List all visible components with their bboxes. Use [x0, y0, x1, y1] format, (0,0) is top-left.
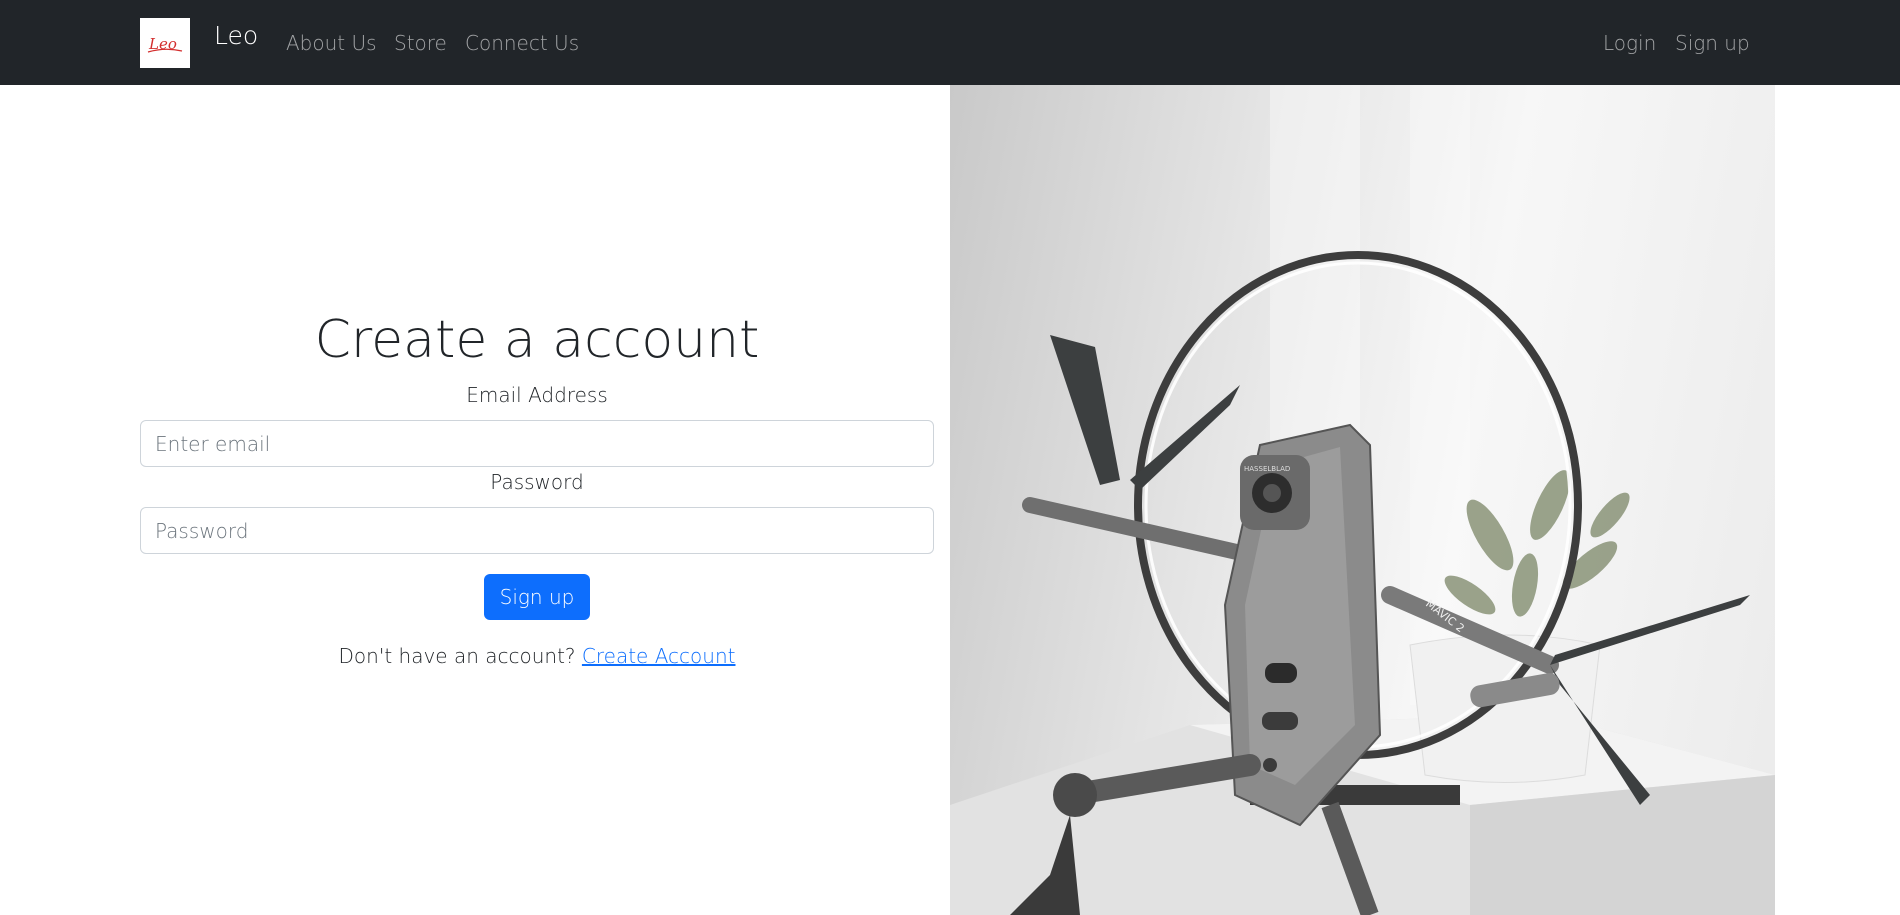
nav-link-about-us[interactable]: About Us	[286, 30, 377, 56]
brand-name[interactable]: Leo	[214, 21, 258, 51]
navbar: Leo Leo About Us Store Connect Us Login …	[0, 0, 1900, 85]
nav-link-connect-us[interactable]: Connect Us	[465, 30, 579, 56]
account-prompt: Don't have an account? Create Account	[140, 643, 934, 669]
password-input[interactable]	[140, 507, 934, 554]
email-input[interactable]	[140, 420, 934, 467]
nav-link-sign-up[interactable]: Sign up	[1675, 30, 1750, 56]
password-label: Password	[490, 470, 584, 494]
hero-image: HASSELBLAD MAVIC 2	[950, 85, 1775, 915]
email-label: Email Address	[466, 383, 608, 407]
account-prompt-text: Don't have an account?	[338, 644, 576, 668]
sign-up-button[interactable]: Sign up	[484, 574, 590, 620]
leo-logo-icon: Leo	[147, 35, 183, 53]
page-title: Create a account	[314, 310, 760, 370]
svg-text:HASSELBLAD: HASSELBLAD	[1244, 465, 1290, 473]
nav-link-store[interactable]: Store	[394, 30, 447, 56]
brand-logo[interactable]: Leo	[140, 18, 190, 68]
create-account-link[interactable]: Create Account	[582, 644, 736, 668]
nav-link-login[interactable]: Login	[1603, 30, 1656, 56]
drone-photo-icon: HASSELBLAD MAVIC 2	[950, 85, 1775, 915]
